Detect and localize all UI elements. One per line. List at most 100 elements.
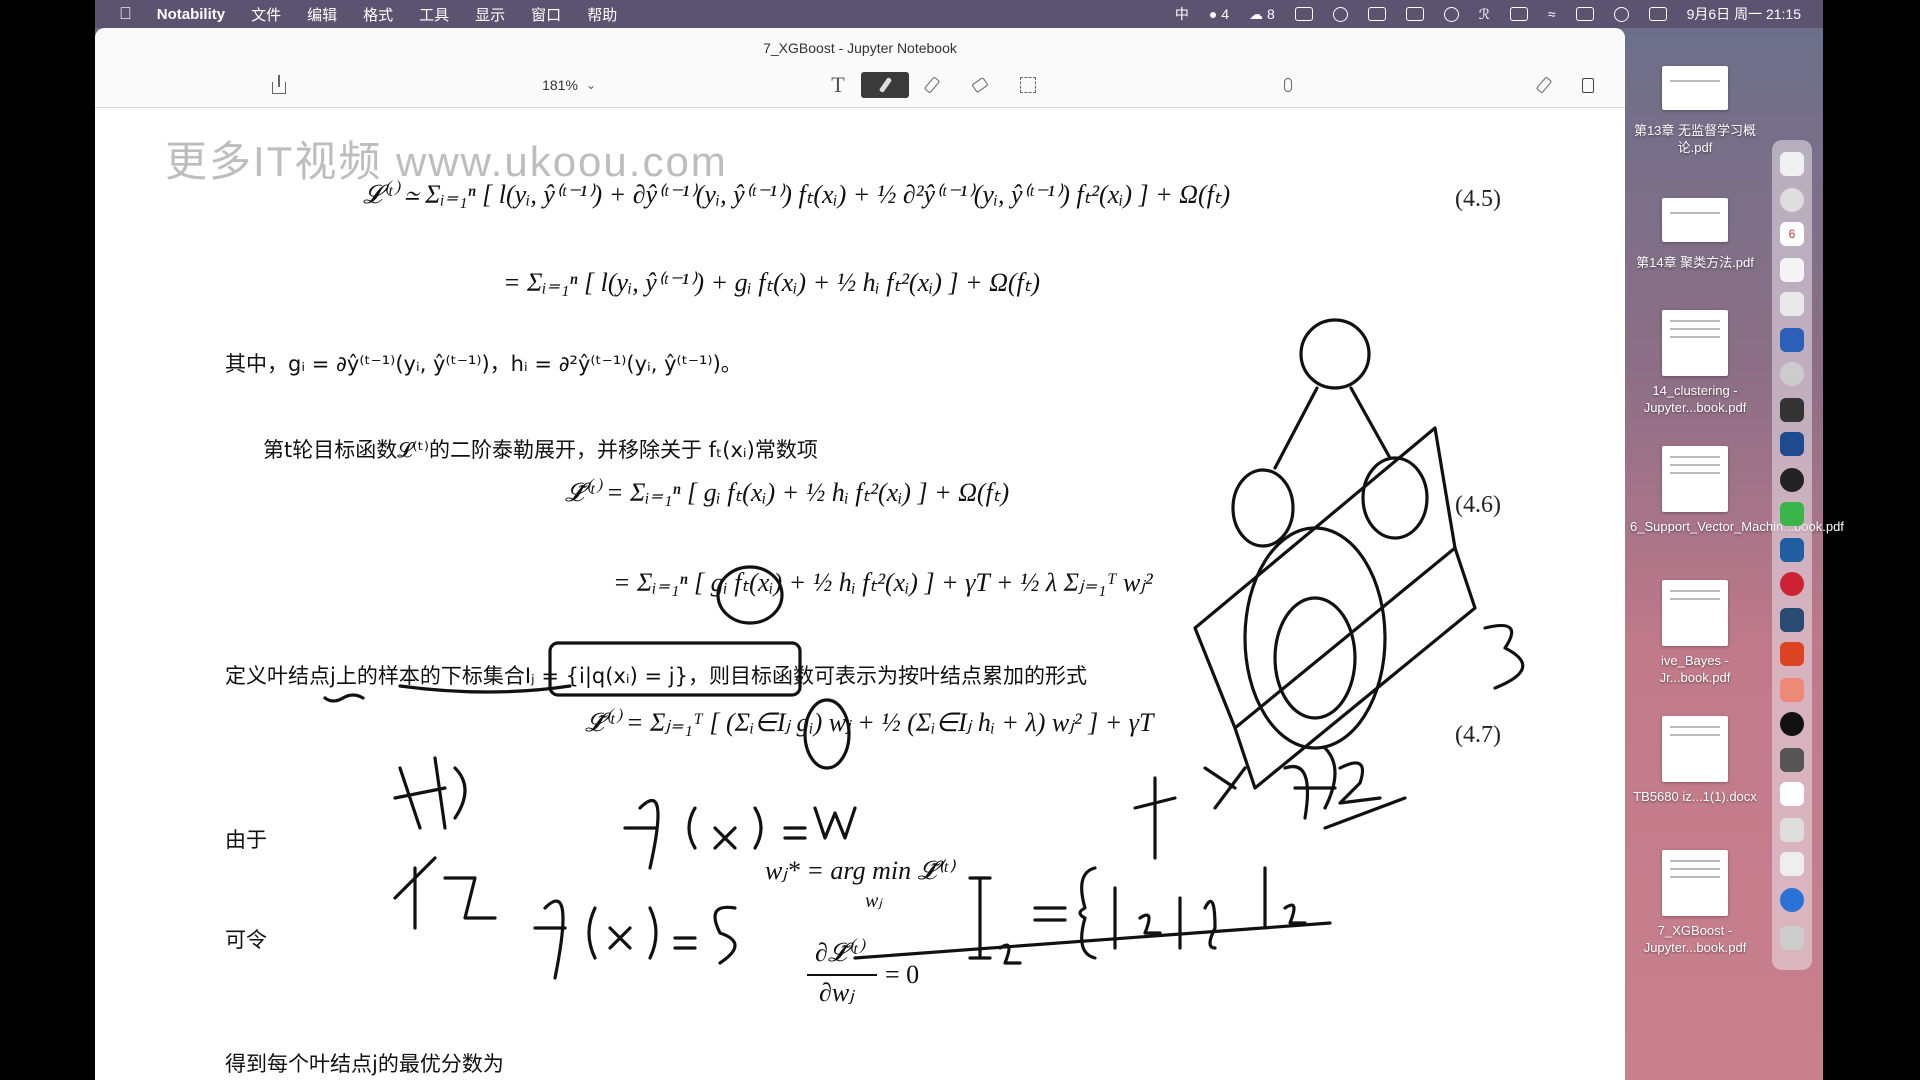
menu-view[interactable]: 显示 (462, 4, 518, 25)
argmin-equation: wⱼ* = arg min 𝓛̃⁽ᵗ⁾ (765, 856, 954, 885)
eraser-tool-button[interactable] (965, 72, 995, 98)
dock-typora-icon[interactable] (1780, 782, 1804, 806)
dock-calendar-icon[interactable]: 6 (1780, 222, 1804, 246)
dock-netease-icon[interactable] (1780, 572, 1804, 596)
control-center-icon[interactable] (1648, 7, 1667, 21)
dock-app-icon[interactable] (1780, 678, 1804, 702)
dock-app-icon[interactable] (1780, 642, 1804, 666)
menu-format[interactable]: 格式 (350, 4, 406, 25)
search-tray-icon[interactable] (1332, 6, 1348, 22)
battery-icon[interactable] (1509, 7, 1528, 21)
microphone-icon (1284, 78, 1292, 92)
desktop-file-6[interactable]: TB5680 iz...1(1).docx (1630, 716, 1760, 805)
menu-tools[interactable]: 工具 (406, 4, 462, 25)
ink-char-1 (393, 756, 467, 830)
derivative-denominator: ∂wⱼ (819, 978, 854, 1007)
dock-app-icon[interactable] (1780, 538, 1804, 562)
screen-border-right (1823, 0, 1920, 1080)
dock-app-icon[interactable] (1780, 362, 1804, 386)
desktop-file-5[interactable]: ive_Bayes - Jr...book.pdf (1630, 580, 1760, 686)
chevron-down-icon[interactable]: ⌄ (583, 72, 599, 98)
menu-file[interactable]: 文件 (238, 4, 294, 25)
ink-tree-root (1299, 318, 1371, 390)
dock-app-icon[interactable] (1780, 852, 1804, 876)
desktop-file-1[interactable]: 第13章 无监督学习概论.pdf (1630, 56, 1760, 156)
ink-I2-right (1263, 866, 1307, 930)
dock-finder-icon[interactable] (1780, 152, 1804, 176)
spotlight-icon[interactable] (1613, 6, 1629, 22)
menu-edit[interactable]: 编辑 (294, 4, 350, 25)
ink-3d-box (1193, 426, 1457, 730)
menu-window[interactable]: 窗口 (518, 4, 574, 25)
dock-terminal-icon[interactable] (1780, 398, 1804, 422)
lasso-tool-button[interactable] (1013, 72, 1043, 98)
menu-app-name[interactable]: Notability (144, 6, 238, 23)
clock[interactable]: 9月6日 周一 21:15 (1687, 4, 1801, 24)
screen-icon[interactable] (1405, 7, 1424, 21)
dock-chrome-icon[interactable] (1780, 188, 1804, 212)
marker-button[interactable] (1529, 72, 1559, 98)
notability-window: 7_XGBoost - Jupyter Notebook 181% ⌄ T 更多… (95, 28, 1625, 1080)
desktop-file-2[interactable]: 第14章 聚类方法.pdf (1630, 188, 1760, 271)
status-badge-b[interactable]: ☁ 8 (1249, 6, 1275, 23)
file-name: TB5680 iz...1(1).docx (1633, 789, 1757, 804)
pen-tool-button[interactable] (861, 72, 909, 98)
dock-notes-icon[interactable] (1780, 258, 1804, 282)
status-badge-a[interactable]: ● 4 (1209, 6, 1229, 22)
dock-app-icon[interactable] (1780, 608, 1804, 632)
dock-wechat-icon[interactable] (1780, 502, 1804, 526)
dock-app-icon[interactable] (1780, 432, 1804, 456)
input-method-indicator[interactable]: 中 (1175, 4, 1189, 24)
record-audio-button[interactable] (1273, 72, 1303, 98)
derivative-numerator: ∂𝓛̃⁽ᵗ⁾ (815, 938, 863, 967)
share-button[interactable] (265, 72, 293, 98)
apple-icon[interactable]:  (95, 4, 144, 24)
wifi-icon[interactable]: ≈ (1548, 6, 1556, 22)
ink-tree-branch-right (1349, 386, 1392, 460)
trash-icon[interactable] (1780, 926, 1804, 950)
text-tool-button[interactable]: T (823, 72, 853, 98)
ink-underline-bottom (853, 921, 1332, 960)
document-title: 7_XGBoost - Jupyter Notebook (763, 40, 957, 56)
equation-4-6-line2: = Σᵢ₌₁ⁿ [ gᵢ fₜ(xᵢ) + ½ hᵢ fₜ²(xᵢ) ] + γ… (613, 568, 1153, 597)
highlighter-icon (923, 76, 941, 94)
dock-notability-icon[interactable] (1780, 888, 1804, 912)
dock-qq-icon[interactable] (1780, 468, 1804, 492)
ink-char-2 (393, 856, 497, 930)
desktop-file-4[interactable]: 6_Support_Vector_Machin...book.pdf (1630, 446, 1844, 535)
taylor-expansion-text: 第t轮目标函数𝓛⁽ᵗ⁾的二阶泰勒展开，并移除关于 fₜ(xᵢ)常数项 (263, 438, 818, 462)
file-thumbnail (1662, 850, 1728, 916)
dock-app-icon[interactable] (1780, 748, 1804, 772)
menu-bar:  Notability 文件 编辑 格式 工具 显示 窗口 帮助 中 ● 4 … (95, 0, 1823, 28)
play-icon[interactable] (1443, 6, 1459, 22)
dock-github-icon[interactable] (1780, 712, 1804, 736)
page-view-button[interactable] (1573, 72, 1603, 98)
ink-tree-left-node (1231, 468, 1295, 548)
ink-underline-2 (1323, 796, 1407, 830)
equation-4-7: 𝓛̃⁽ᵗ⁾ = Σⱼ₌₁ᵀ [ (Σᵢ∈Iⱼ gᵢ) wⱼ + ½ (Σᵢ∈Iⱼ… (585, 708, 1154, 737)
leaf-index-set-text: 定义叶结点j上的样本的下标集合Iⱼ = {i|q(xᵢ) = j}，则目标函数可… (225, 664, 1087, 688)
dock-settings-icon[interactable] (1780, 292, 1804, 316)
file-thumbnail (1662, 716, 1728, 782)
desktop-file-7[interactable]: 7_XGBoost - Jupyter...book.pdf (1630, 850, 1760, 956)
file-name: 第13章 无监督学习概论.pdf (1633, 123, 1757, 155)
file-name: 6_Support_Vector_Machin...book.pdf (1630, 519, 1844, 534)
bluetooth-icon[interactable]: ℛ (1479, 6, 1490, 23)
tray-app-icon[interactable] (1294, 7, 1313, 21)
let-label: 可令 (225, 928, 267, 952)
because-label: 由于 (225, 828, 267, 852)
desktop-file-3[interactable]: 14_clustering - Jupyter...book.pdf (1630, 310, 1760, 416)
note-page[interactable]: 更多IT视频 www.ukoou.com 𝓛⁽ᵗ⁾ ≃ Σᵢ₌₁ⁿ [ l(yᵢ… (95, 108, 1625, 1080)
equation-4-6-line1: 𝓛̃⁽ᵗ⁾ = Σᵢ₌₁ⁿ [ gᵢ fₜ(xᵢ) + ½ hᵢ fₜ²(xᵢ)… (565, 478, 1010, 507)
s-app-icon[interactable] (1575, 7, 1594, 21)
argmin-subscript: wⱼ (865, 890, 882, 912)
badge-a-count: 4 (1221, 6, 1230, 22)
file-name: ive_Bayes - Jr...book.pdf (1659, 653, 1731, 685)
ink-number-2 (1338, 761, 1382, 805)
ink-underline-leaf (323, 693, 365, 703)
dock-vscode-icon[interactable] (1780, 328, 1804, 352)
window-tray-icon[interactable] (1367, 7, 1386, 21)
highlighter-tool-button[interactable] (917, 72, 947, 98)
menu-help[interactable]: 帮助 (574, 4, 630, 25)
dock-app-icon[interactable] (1780, 818, 1804, 842)
